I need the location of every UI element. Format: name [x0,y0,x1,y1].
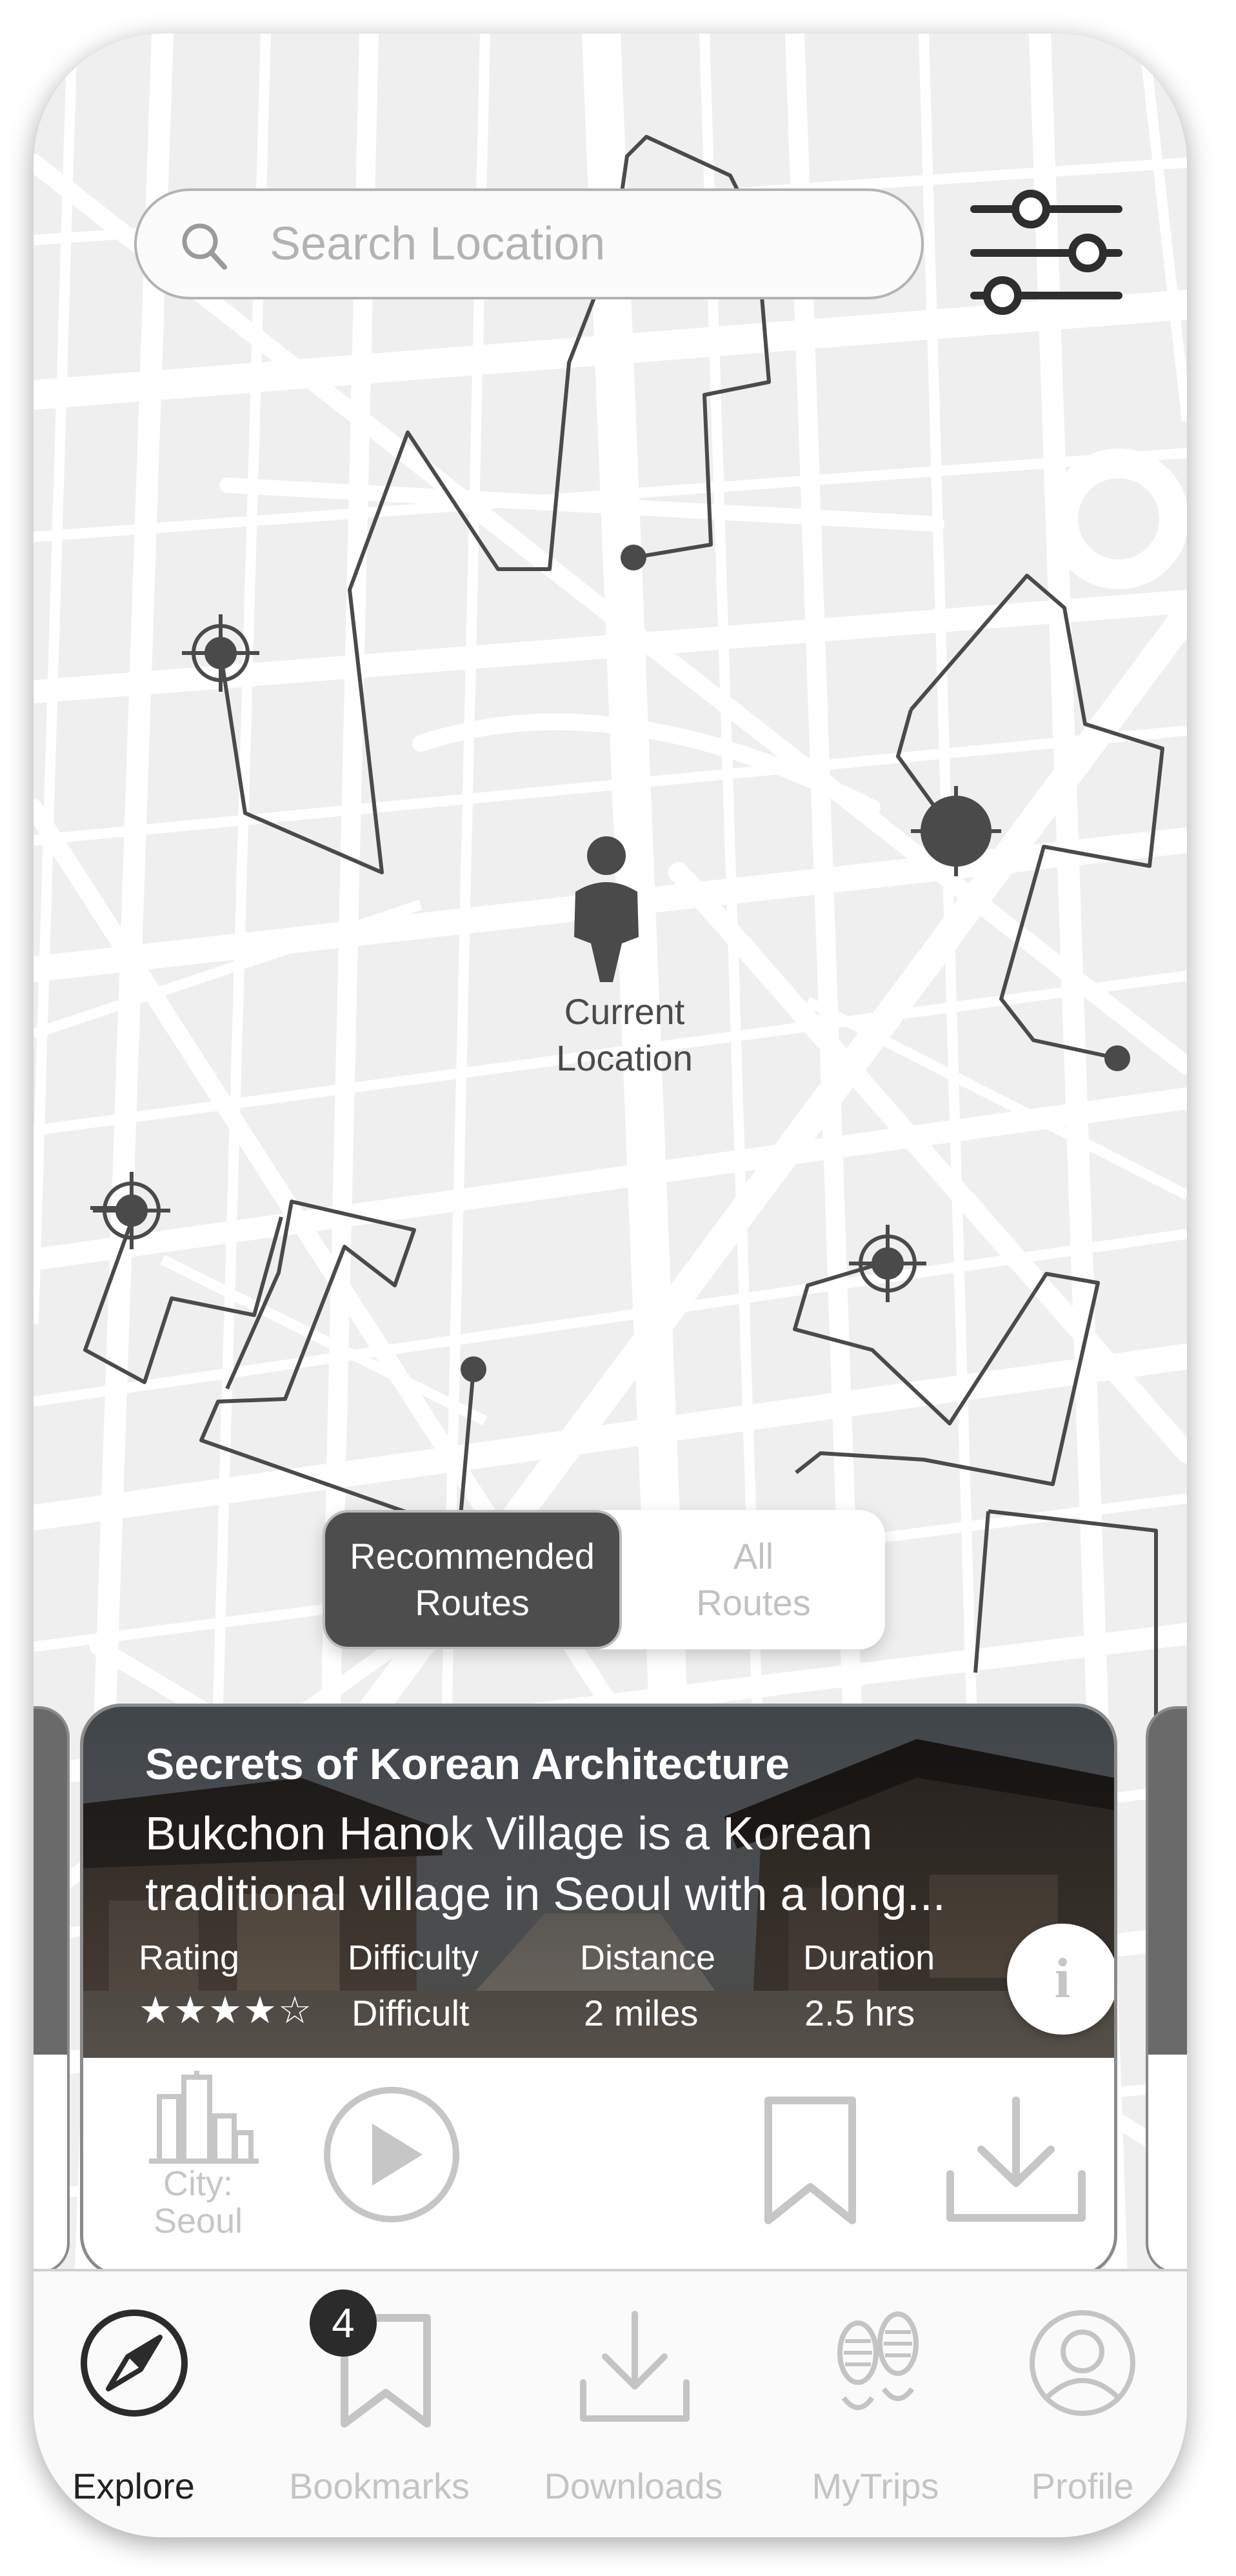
nav-bookmarks-label: Bookmarks [288,2466,470,2506]
nav-mytrips-label: MyTrips [812,2466,939,2506]
bookmark-icon [764,2097,856,2224]
current-location-label: Current Location [528,989,721,1082]
recommended-routes-tab[interactable]: Recommended Routes [323,1510,622,1649]
distance-label: Distance [580,1938,716,1977]
bookmark-button[interactable] [762,2097,859,2226]
play-icon [372,2124,423,2186]
compass-icon [81,2309,188,2417]
profile-icon [1030,2310,1135,2416]
difficulty-value: Difficult [352,1993,470,2033]
info-icon: i [1054,1947,1071,2010]
city-label-line1: City: [163,2164,233,2203]
city-skyline-icon [149,2071,259,2164]
play-button[interactable] [321,2084,463,2226]
previous-route-card[interactable] [34,1706,70,2274]
route-end-dot [461,1356,486,1382]
footprints-icon [837,2311,919,2410]
download-icon [946,2097,1086,2222]
info-button[interactable]: i [1007,1924,1114,2035]
difficulty-label: Difficulty [348,1938,479,1977]
route-end-dot [621,545,646,570]
all-routes-label-line1: All [733,1536,774,1576]
current-location-label-line1: Current [564,991,685,1032]
nav-bookmarks[interactable]: 4 Bookmarks [283,2271,476,2537]
route-end-dot [1104,1045,1130,1071]
nav-downloads[interactable]: Downloads [524,2271,743,2537]
search-icon [182,223,227,270]
sliders-icon[interactable] [966,188,1126,317]
route-card[interactable]: Secrets of Korean Architecture Bukchon H… [80,1704,1117,2277]
route-description: Bukchon Hanok Village is a Korean tradit… [145,1808,946,1920]
duration-label: Duration [803,1938,935,1977]
all-routes-tab[interactable]: All Routes [622,1510,885,1649]
nav-explore[interactable]: Explore [53,2271,214,2537]
recommended-routes-label-line2: Routes [415,1582,530,1623]
next-route-card[interactable] [1146,1706,1187,2274]
previous-route-photo [34,1709,67,2055]
nav-profile-label: Profile [1031,2466,1134,2506]
route-type-toggle: All Routes Recommended Routes [323,1510,885,1649]
next-route-photo [1148,1709,1187,2055]
nav-explore-label: Explore [72,2466,195,2506]
phone-frame: Search Location Current Location All Rout… [34,34,1187,2537]
nav-profile[interactable]: Profile [999,2271,1166,2537]
bottom-nav: Explore 4 Bookmarks Downloads MyTrips Pr… [34,2269,1187,2537]
duration-value: 2.5 hrs [804,1993,915,2033]
nav-mytrips[interactable]: MyTrips [782,2271,969,2537]
recommended-routes-label-line1: Recommended [350,1536,595,1576]
city-label-line2: Seoul [153,2202,243,2240]
nav-downloads-label: Downloads [544,2466,723,2506]
search-bar[interactable]: Search Location [134,188,924,299]
all-routes-label-line2: Routes [696,1582,811,1623]
route-card-actions: City: Seoul [83,2058,1114,2273]
rating-stars: ★★★★☆ [139,1988,313,2032]
current-location-label-line2: Location [556,1038,693,1078]
route-title: Secrets of Korean Architecture [145,1740,790,1789]
download-icon [580,2311,690,2422]
distance-value: 2 miles [584,1993,699,2033]
rating-label: Rating [139,1938,240,1977]
download-button[interactable] [945,2097,1087,2226]
search-input[interactable]: Search Location [270,191,605,297]
city-label: City: Seoul [140,2165,256,2240]
bookmarks-count-badge: 4 [310,2289,377,2357]
